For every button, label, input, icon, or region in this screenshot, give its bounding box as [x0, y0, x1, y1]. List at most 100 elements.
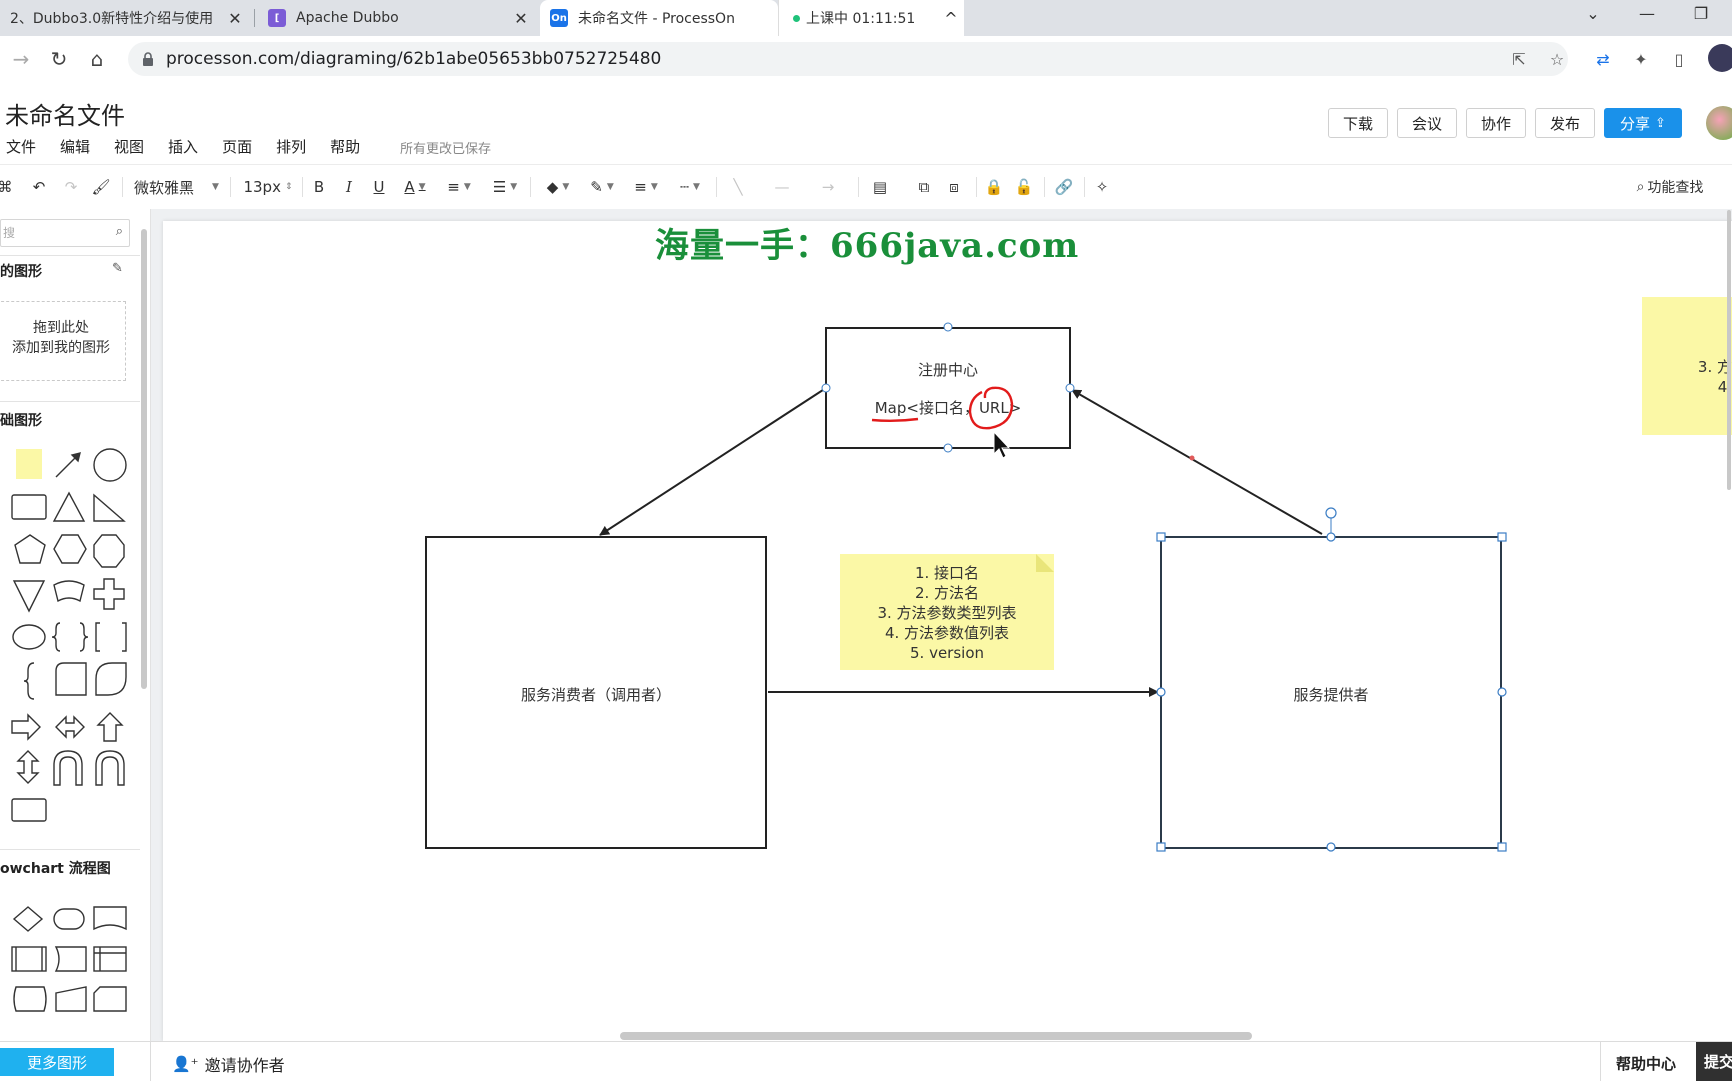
note-shape[interactable] — [16, 449, 42, 479]
more-shapes-button[interactable]: 更多图形 — [0, 1048, 114, 1076]
tab-dubbo-intro[interactable]: 2、Dubbo3.0新特性介绍与使用 ✕ — [0, 0, 248, 36]
align-icon[interactable]: ▤ — [868, 175, 892, 199]
cylinder-shape[interactable] — [13, 986, 47, 1012]
vertical-double-arrow-shape[interactable] — [16, 750, 40, 784]
tab-processon[interactable]: On 未命名文件 - ProcessOn — [540, 0, 778, 36]
consumer-box[interactable]: 服务消费者（调用者） — [425, 536, 767, 849]
process-shape[interactable] — [11, 946, 47, 972]
basic-shapes-title[interactable]: 础图形 — [0, 410, 42, 430]
font-color-button[interactable]: A ▼ — [398, 175, 432, 199]
canvas-vertical-scrollbar[interactable] — [1727, 210, 1731, 490]
omnibox[interactable]: processon.com/diagraming/62b1abe05653bb0… — [128, 42, 1568, 76]
cross-shape[interactable] — [93, 578, 125, 610]
internal-storage-shape[interactable] — [93, 946, 127, 972]
brace-shape[interactable] — [23, 662, 35, 700]
undo-icon[interactable]: ↶ — [28, 175, 50, 199]
menu-view[interactable]: 视图 — [114, 136, 144, 157]
shape-search-input[interactable]: 搜 ⌕ — [0, 219, 130, 247]
right-triangle-shape[interactable] — [93, 493, 126, 522]
unlock-icon[interactable]: 🔓 — [1012, 175, 1036, 199]
offscreen-note[interactable]: 3. 方 4. — [1642, 297, 1732, 435]
format-painter-icon[interactable]: ⌘ — [0, 175, 13, 199]
lock-icon[interactable]: 🔒 — [982, 175, 1006, 199]
document-title[interactable]: 未命名文件 — [5, 96, 125, 131]
inverted-triangle-shape[interactable] — [12, 580, 46, 613]
panel-scrollbar[interactable] — [141, 229, 147, 689]
u-turn-arrow-shape-2[interactable] — [95, 750, 125, 786]
minimize-icon[interactable]: — — [1632, 4, 1662, 23]
banner-shape[interactable] — [53, 580, 85, 603]
menu-edit[interactable]: 编辑 — [60, 136, 90, 157]
link-icon[interactable]: 🔗 — [1052, 175, 1076, 199]
my-shapes-title[interactable]: 的图形 — [0, 261, 42, 281]
paint-brush-icon[interactable]: 🖌 — [90, 175, 112, 199]
forward-icon[interactable]: → — [8, 46, 34, 72]
font-family-select[interactable]: 微软雅黑 ▼ — [134, 175, 220, 199]
help-center-button[interactable]: 帮助中心 — [1616, 1053, 1676, 1074]
u-turn-arrow-shape[interactable] — [53, 750, 83, 786]
brace-left-shape[interactable] — [51, 622, 61, 652]
restore-icon[interactable]: ❐ — [1686, 4, 1716, 23]
magic-wand-icon[interactable]: ✧ — [1090, 175, 1114, 199]
invite-collaborators-button[interactable]: 👤⁺ 邀请协作者 — [172, 1052, 285, 1076]
close-icon[interactable]: ✕ — [508, 9, 534, 28]
up-arrow-shape[interactable] — [96, 712, 124, 742]
menu-page[interactable]: 页面 — [222, 136, 252, 157]
document-shape[interactable] — [93, 906, 127, 931]
terminator-shape[interactable] — [53, 908, 85, 930]
underline-button[interactable]: U — [368, 175, 390, 199]
send-back-icon[interactable]: ⧈ — [942, 175, 966, 199]
provider-box[interactable]: 服务提供者 — [1160, 536, 1502, 849]
connector-line-icon[interactable]: — — [764, 175, 800, 199]
arrow-end-icon[interactable]: → — [810, 175, 846, 199]
share-page-icon[interactable]: ⇱ — [1508, 50, 1530, 69]
stored-data-shape[interactable] — [54, 946, 87, 972]
my-shapes-drop-zone[interactable]: 拖到此处 添加到我的图形 — [0, 301, 126, 381]
line-color-icon[interactable]: ✎ ▼ — [584, 175, 620, 199]
list-button[interactable]: ☰ ▼ — [488, 175, 522, 199]
right-arrow-shape[interactable] — [11, 713, 41, 741]
small-rectangle-shape[interactable] — [11, 798, 47, 822]
callout-shape[interactable] — [12, 624, 46, 650]
canvas-horizontal-scrollbar[interactable] — [620, 1032, 1252, 1040]
line-style-icon[interactable]: ┄ ▼ — [672, 175, 708, 199]
sync-icon[interactable]: ⇄ — [1592, 50, 1614, 69]
flowchart-title[interactable]: owchart 流程图 — [0, 858, 111, 878]
menu-insert[interactable]: 插入 — [168, 136, 198, 157]
tab-live-class[interactable]: 上课中 01:11:51 ^ — [778, 0, 964, 36]
octagon-shape[interactable] — [93, 534, 125, 568]
tab-apache-dubbo[interactable]: [ Apache Dubbo ✕ — [258, 0, 534, 36]
bookmark-star-icon[interactable]: ☆ — [1546, 50, 1568, 69]
meeting-button[interactable]: 会议 — [1397, 108, 1457, 138]
extensions-icon[interactable]: ✦ — [1630, 50, 1652, 69]
user-avatar[interactable] — [1706, 106, 1732, 140]
bring-front-icon[interactable]: ⧉ — [912, 175, 936, 199]
download-button[interactable]: 下载 — [1328, 108, 1388, 138]
menu-help[interactable]: 帮助 — [330, 136, 360, 157]
sidebar-icon[interactable]: ▯ — [1668, 50, 1690, 69]
request-info-note[interactable]: 1. 接口名 2. 方法名 3. 方法参数类型列表 4. 方法参数值列表 5. … — [840, 554, 1054, 670]
menu-arrange[interactable]: 排列 — [276, 136, 306, 157]
rectangle-shape[interactable] — [11, 494, 47, 520]
tab-search-icon[interactable]: ⌄ — [1578, 4, 1608, 23]
triangle-shape[interactable] — [52, 491, 86, 522]
connector-type-icon[interactable]: ╲ — [724, 175, 752, 199]
card-shape[interactable] — [93, 986, 127, 1012]
registry-box[interactable]: 注册中心 Map<接口名，URL> — [825, 327, 1071, 449]
home-icon[interactable]: ⌂ — [84, 46, 110, 72]
edit-icon[interactable]: ✎ — [112, 261, 123, 276]
search-icon[interactable]: ⌕ — [116, 224, 123, 239]
bold-button[interactable]: B — [308, 175, 330, 199]
feature-search-button[interactable]: ⌕ 功能查找 — [1630, 175, 1710, 199]
redo-icon[interactable]: ↷ — [60, 175, 82, 199]
reload-icon[interactable]: ↻ — [46, 46, 72, 72]
publish-button[interactable]: 发布 — [1535, 108, 1595, 138]
close-icon[interactable]: ✕ — [222, 9, 248, 28]
collaborate-button[interactable]: 协作 — [1466, 108, 1526, 138]
font-size-stepper[interactable]: 13px ⇕ — [240, 175, 296, 199]
fill-color-icon[interactable]: ◆ ▼ — [540, 175, 576, 199]
leaf-shape[interactable] — [95, 662, 127, 696]
rounded-tab-shape[interactable] — [55, 662, 87, 696]
decision-shape[interactable] — [12, 906, 44, 932]
hexagon-shape[interactable] — [53, 534, 87, 564]
